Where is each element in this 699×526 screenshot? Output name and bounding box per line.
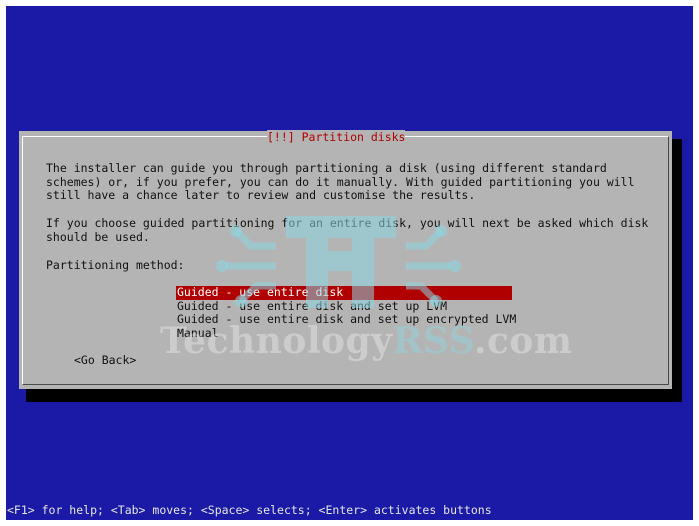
dialog-title: [!!] Partition disks (267, 130, 406, 144)
watermark-word-rss: RSS (392, 320, 474, 362)
intro-paragraph: The installer can guide you through part… (46, 161, 635, 203)
partitioning-method-label: Partitioning method: (46, 258, 185, 272)
go-back-button[interactable]: <Go Back> (74, 353, 136, 368)
technologyrss-watermark-text: TechnologyRSS.com (160, 321, 573, 361)
help-status-bar: <F1> for help; <Tab> moves; <Space> sele… (7, 503, 492, 517)
watermark-word-com: .com (473, 320, 573, 362)
watermark-word-technology: Technology (160, 320, 393, 362)
option-guided-lvm[interactable]: Guided - use entire disk and set up LVM (176, 299, 512, 314)
guided-info-paragraph: If you choose guided partitioning for an… (46, 216, 649, 244)
option-guided-entire-disk[interactable]: Guided - use entire disk (176, 285, 512, 300)
installer-screen: [!!] Partition disks The installer can g… (6, 6, 693, 520)
